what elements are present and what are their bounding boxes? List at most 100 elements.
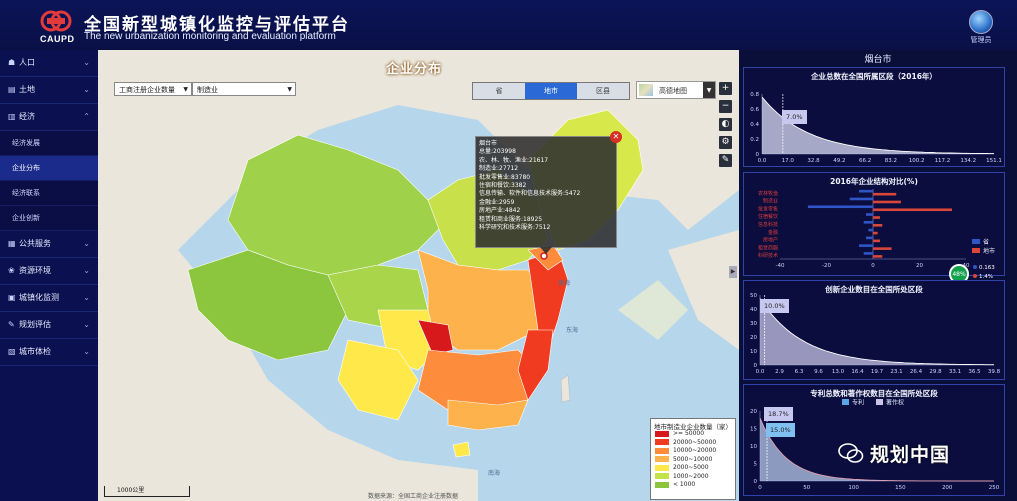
chevron-down-icon: ⌄ xyxy=(83,293,90,302)
category-label: 科研技术 xyxy=(758,252,778,259)
y-tick-label: 0 xyxy=(754,363,758,369)
wechat-icon xyxy=(838,443,864,463)
close-icon[interactable]: ✕ xyxy=(610,131,622,143)
map-credit: 数据来源：全国工商企业注册数据 xyxy=(368,493,459,500)
zoom-in-button[interactable]: + xyxy=(719,82,732,95)
y-tick-label: 0.6 xyxy=(750,107,759,113)
indicator-select[interactable]: 工商注册企业数量 ▼ xyxy=(114,82,192,96)
chevron-down-icon: ⌄ xyxy=(83,58,90,67)
distribution-area xyxy=(760,298,994,365)
sidebar-item-plan-eval[interactable]: ✎ 规划评估 ⌄ xyxy=(0,312,98,339)
x-tick-label: 23.1 xyxy=(890,369,902,375)
chart-icon: ▥ xyxy=(8,112,16,121)
x-tick-label: 66.2 xyxy=(859,158,871,164)
map-region-south-central[interactable] xyxy=(417,349,539,411)
sidebar-subitem-econ-link[interactable]: 经济联系 xyxy=(0,181,98,206)
sidebar-item-public-service[interactable]: ▦ 公共服务 ⌄ xyxy=(0,231,98,258)
x-tick-label: 32.8 xyxy=(807,158,820,164)
percentile-label: 18.7% xyxy=(764,407,793,421)
legend-label: 5000~10000 xyxy=(673,455,713,463)
tooltip-line: 批发零售业:83780 xyxy=(479,173,531,181)
chevron-up-icon: ⌃ xyxy=(83,112,90,121)
choropleth-map[interactable]: 黄海 东海 南海 企业分布 工商注册企业数量 ▼ 制造业 ▼ 省 地市 区县 高德地… xyxy=(98,50,739,501)
zoom-out-button[interactable]: − xyxy=(719,100,732,113)
x-tick-label: 134.2 xyxy=(960,158,976,164)
sidebar-item-monitoring[interactable]: ▣ 城镇化监测 ⌄ xyxy=(0,285,98,312)
map-icon: ▤ xyxy=(8,85,16,94)
layer-switch-button[interactable]: ◐ xyxy=(719,118,732,131)
x-tick-label: 29.8 xyxy=(929,369,942,375)
map-legend: 地市制造业企业数量（家） >= 50000 20000~50000 10000~20… xyxy=(650,418,736,500)
chevron-down-icon: ⌄ xyxy=(83,266,90,275)
sidebar-item-economy[interactable]: ▥ 经济 ⌃ xyxy=(0,104,98,131)
bar-city xyxy=(873,255,883,258)
x-tick-label: 0.0 xyxy=(758,158,767,164)
legend-swatch xyxy=(655,473,669,479)
bar-city xyxy=(873,216,880,219)
panel-collapse-button[interactable]: ▶ xyxy=(729,266,737,278)
bar-city xyxy=(873,200,901,204)
legend-label: 20000~50000 xyxy=(673,438,717,446)
map-region-northwest[interactable] xyxy=(227,134,444,276)
map-region-guangdong[interactable] xyxy=(447,399,529,431)
sidebar-item-resources[interactable]: ❀ 资源环境 ⌄ xyxy=(0,258,98,285)
sidebar-subitem-econ-dev[interactable]: 经济发展 xyxy=(0,131,98,156)
x-tick-label: 83.2 xyxy=(885,158,897,164)
map-region-taiwan xyxy=(560,374,571,403)
tooltip-pointer xyxy=(540,247,552,254)
bar-city xyxy=(873,247,892,250)
sidebar-item-label: 规划评估 xyxy=(19,320,51,329)
legend-label: 地市 xyxy=(983,247,995,255)
y-tick-label: 0 xyxy=(754,479,758,485)
bar-city xyxy=(873,224,883,227)
bar-province xyxy=(863,252,873,255)
legend-title: 地市制造业企业数量（家） xyxy=(654,423,732,431)
map-region-hainan[interactable] xyxy=(452,441,471,458)
sidebar-item-population[interactable]: ☗ 人口 ⌄ xyxy=(0,50,98,77)
x-tick-label: 200 xyxy=(942,485,953,491)
industry-select[interactable]: 制造业 ▼ xyxy=(192,82,296,96)
app-header: CAUPD 全国新型城镇化监控与评估平台 The new urbanizatio… xyxy=(0,0,1017,51)
plan-icon: ✎ xyxy=(8,320,15,329)
watermark: 规划中国 xyxy=(838,440,988,468)
region-tooltip: ✕ 烟台市 总量:203998 农、林、牧、渔业:21617 制造业:27712… xyxy=(475,131,622,254)
service-icon: ▦ xyxy=(8,239,16,248)
bar-province xyxy=(863,221,873,224)
sea-label-yellow: 黄海 xyxy=(558,280,571,287)
legend-label: 专利 xyxy=(852,399,864,407)
tooltip-line: 金融业:2959 xyxy=(479,198,515,206)
category-label: 房地产 xyxy=(763,237,778,244)
legend-swatch xyxy=(655,430,669,437)
toggle-county[interactable]: 区县 xyxy=(577,83,629,99)
category-label: 批发零售 xyxy=(758,205,778,212)
base-layer-select[interactable]: 高德地图 ▼ xyxy=(636,81,716,99)
settings-button[interactable]: ⚙ xyxy=(719,136,732,149)
admin-label: 管理员 xyxy=(970,36,992,44)
toggle-province[interactable]: 省 xyxy=(473,83,525,99)
checkup-icon: ▧ xyxy=(8,347,16,356)
map-canvas[interactable] xyxy=(98,50,739,501)
legend-swatch xyxy=(655,447,669,454)
sidebar-subitem-innovation[interactable]: 企业创新 xyxy=(0,206,98,231)
sidebar-item-land[interactable]: ▤ 土地 ⌄ xyxy=(0,77,98,104)
indicator-select-value: 工商注册企业数量 xyxy=(119,86,175,94)
sidebar: ☗ 人口 ⌄ ▤ 土地 ⌄ ▥ 经济 ⌃ 经济发展 企业分布 经济联系 企业创新 ▦ 公共服务… xyxy=(0,50,99,501)
sidebar-item-city-checkup[interactable]: ▧ 城市体检 ⌄ xyxy=(0,339,98,366)
legend-swatch xyxy=(842,399,849,405)
legend-label: 省 xyxy=(983,238,989,246)
x-tick-label: 150 xyxy=(895,485,906,491)
stat-dot-icon xyxy=(973,274,977,278)
distribution-area xyxy=(762,97,994,154)
x-tick-label: -20 xyxy=(822,263,831,269)
sidebar-item-label: 城镇化监测 xyxy=(19,293,59,302)
percentile-label: 15.0% xyxy=(766,423,795,437)
x-tick-label: 33.1 xyxy=(949,369,961,375)
legend-label: 著作权 xyxy=(886,399,904,407)
x-tick-label: 36.5 xyxy=(968,369,981,375)
admin-button[interactable]: 管理员 xyxy=(964,10,998,45)
toggle-city[interactable]: 地市 xyxy=(525,83,577,99)
y-tick-label: 10 xyxy=(750,349,757,355)
legend-swatch xyxy=(972,248,980,253)
sidebar-subitem-enterprise-dist[interactable]: 企业分布 xyxy=(0,156,98,181)
draw-tool-button[interactable]: ✎ xyxy=(719,154,732,167)
